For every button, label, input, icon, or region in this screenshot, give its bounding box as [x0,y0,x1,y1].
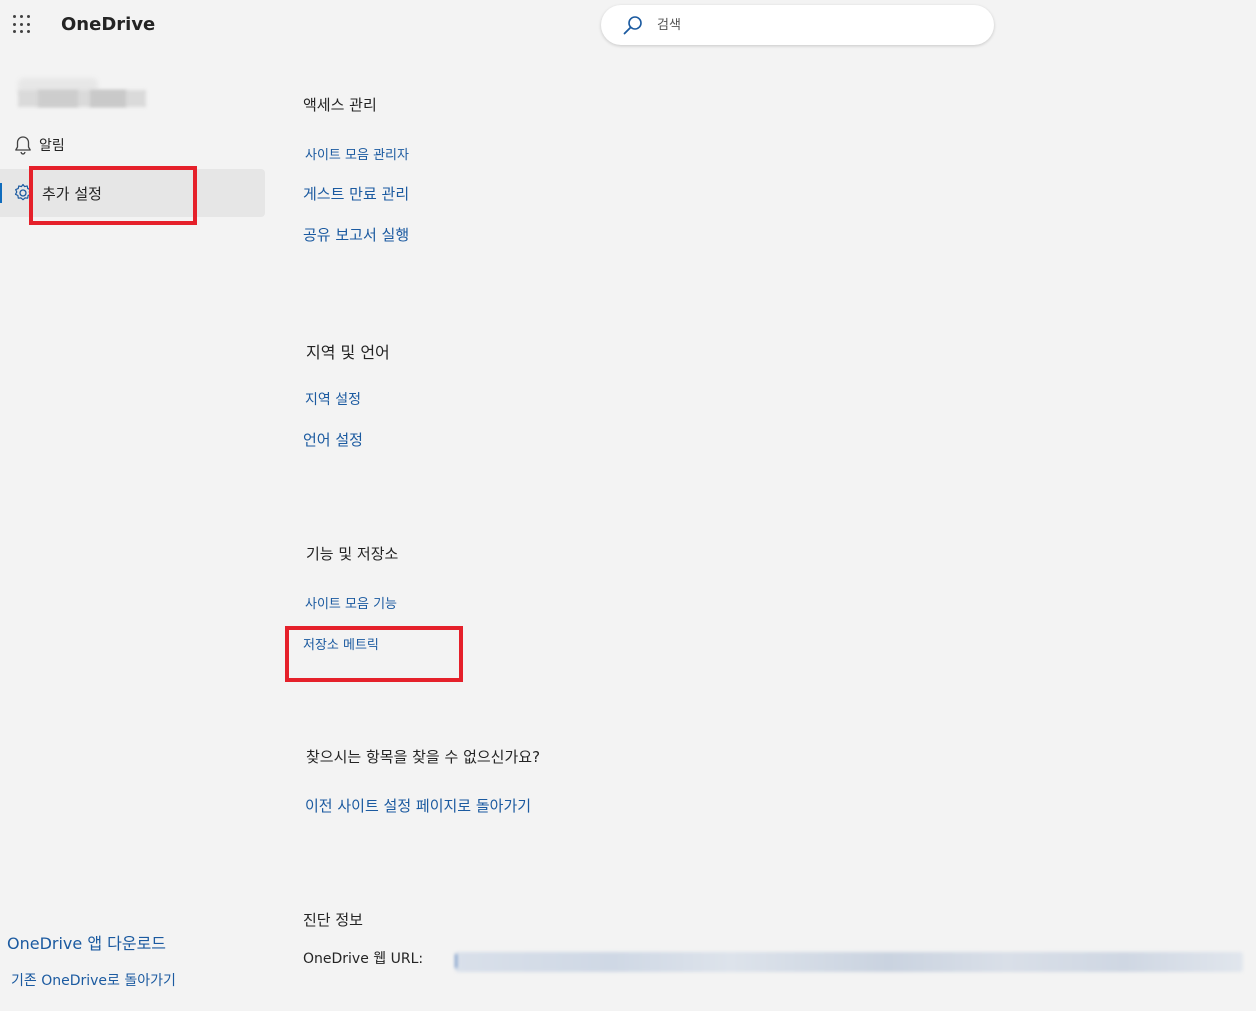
url-label: OneDrive 웹 URL: [303,951,424,967]
search-box[interactable] [601,5,994,45]
link-region-settings[interactable]: 지역 설정 [305,389,361,409]
link-site-collection-admins[interactable]: 사이트 모음 관리자 [305,144,409,163]
link-language-settings[interactable]: 언어 설정 [303,429,363,450]
link-guest-expiration[interactable]: 게스트 만료 관리 [303,183,409,204]
url-value-redacted [455,952,1243,972]
section-title-not-found: 찾으시는 항목을 찾을 수 없으신가요? [306,748,541,766]
section-title-features: 기능 및 저장소 [306,545,399,563]
gear-icon [14,183,32,201]
section-title-region: 지역 및 언어 [306,343,390,362]
section-title-diagnostics: 진단 정보 [303,911,363,929]
sidebar-item-alerts[interactable]: 알림 [0,121,265,169]
sidebar-item-label: 추가 설정 [42,185,102,203]
link-sharing-report[interactable]: 공유 보고서 실행 [303,224,409,245]
user-info-redacted [8,72,148,112]
app-title[interactable]: OneDrive [61,14,155,35]
search-input[interactable] [657,15,957,35]
sidebar-item-more-settings[interactable]: 추가 설정 [0,169,265,217]
link-classic-site-settings[interactable]: 이전 사이트 설정 페이지로 돌아가기 [305,795,531,816]
link-site-collection-features[interactable]: 사이트 모음 기능 [305,593,397,612]
app-launcher-icon[interactable] [13,15,33,35]
section-title-access: 액세스 관리 [303,96,377,114]
back-to-classic-link[interactable]: 기존 OneDrive로 돌아가기 [11,970,176,990]
top-bar: OneDrive [0,0,1256,50]
download-app-link[interactable]: OneDrive 앱 다운로드 [7,930,166,954]
bell-icon [15,136,31,155]
link-storage-metrics[interactable]: 저장소 메트릭 [303,634,379,653]
sidebar-item-label: 알림 [39,138,65,154]
search-icon [623,16,642,35]
